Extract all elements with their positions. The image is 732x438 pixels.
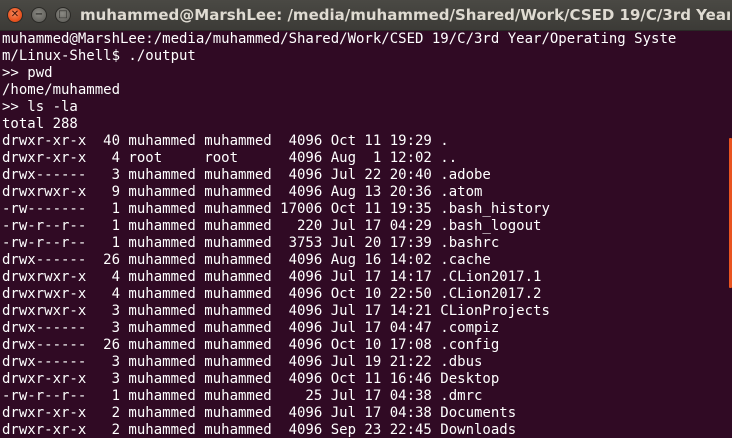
close-icon[interactable]: ✕ <box>7 7 23 23</box>
terminal-line: -rw-r--r-- 1 muhammed muhammed 3753 Jul … <box>2 235 500 251</box>
minimize-glyph: − <box>34 9 44 20</box>
minimize-icon[interactable]: − <box>31 7 47 23</box>
scrollbar[interactable] <box>727 31 732 438</box>
terminal-line: total 288 <box>2 116 78 132</box>
terminal-line: drwx------ 3 muhammed muhammed 4096 Jul … <box>2 354 483 370</box>
terminal-line: drwx------ 26 muhammed muhammed 4096 Aug… <box>2 252 491 268</box>
terminal-line: muhammed@MarshLee:/media/muhammed/Shared… <box>2 31 677 47</box>
terminal-line: drwxr-xr-x 3 muhammed muhammed 4096 Oct … <box>2 371 500 387</box>
terminal-line: drwx------ 3 muhammed muhammed 4096 Jul … <box>2 320 500 336</box>
terminal-window: ✕ − □ muhammed@MarshLee: /media/muhammed… <box>0 0 732 438</box>
terminal-line: drwxr-xr-x 40 muhammed muhammed 4096 Oct… <box>2 133 449 149</box>
close-glyph: ✕ <box>10 9 20 20</box>
maximize-icon[interactable]: □ <box>55 7 71 23</box>
terminal-line: drwx------ 3 muhammed muhammed 4096 Jul … <box>2 167 491 183</box>
window-title: muhammed@MarshLee: /media/muhammed/Share… <box>80 6 730 24</box>
terminal-line: /home/muhammed <box>2 82 121 98</box>
terminal-line: drwxr-xr-x 4 root root 4096 Aug 1 12:02 … <box>2 150 458 166</box>
title-bar[interactable]: ✕ − □ muhammed@MarshLee: /media/muhammed… <box>0 0 732 31</box>
terminal-line: -rw-r--r-- 1 muhammed muhammed 25 Jul 17… <box>2 388 483 404</box>
terminal-line: drwxrwxr-x 4 muhammed muhammed 4096 Oct … <box>2 286 542 302</box>
terminal-line: drwx------ 26 muhammed muhammed 4096 Oct… <box>2 337 500 353</box>
terminal-line: >> pwd <box>2 65 53 81</box>
terminal-line: >> ls -la <box>2 99 78 115</box>
terminal-line: drwxrwxr-x 4 muhammed muhammed 4096 Jul … <box>2 269 542 285</box>
terminal-output[interactable]: muhammed@MarshLee:/media/muhammed/Shared… <box>0 31 718 438</box>
terminal-line: -rw-r--r-- 1 muhammed muhammed 220 Jul 1… <box>2 218 542 234</box>
terminal-line: -rw------- 1 muhammed muhammed 17006 Oct… <box>2 201 550 217</box>
terminal-line: drwxr-xr-x 2 muhammed muhammed 4096 Jul … <box>2 405 517 421</box>
terminal-line: drwxrwxr-x 3 muhammed muhammed 4096 Jul … <box>2 303 550 319</box>
terminal-line: drwxr-xr-x 2 muhammed muhammed 4096 Sep … <box>2 422 517 438</box>
maximize-glyph: □ <box>58 9 68 20</box>
terminal-line: drwxrwxr-x 9 muhammed muhammed 4096 Aug … <box>2 184 483 200</box>
terminal-line: m/Linux-Shell$ ./output <box>2 48 196 64</box>
